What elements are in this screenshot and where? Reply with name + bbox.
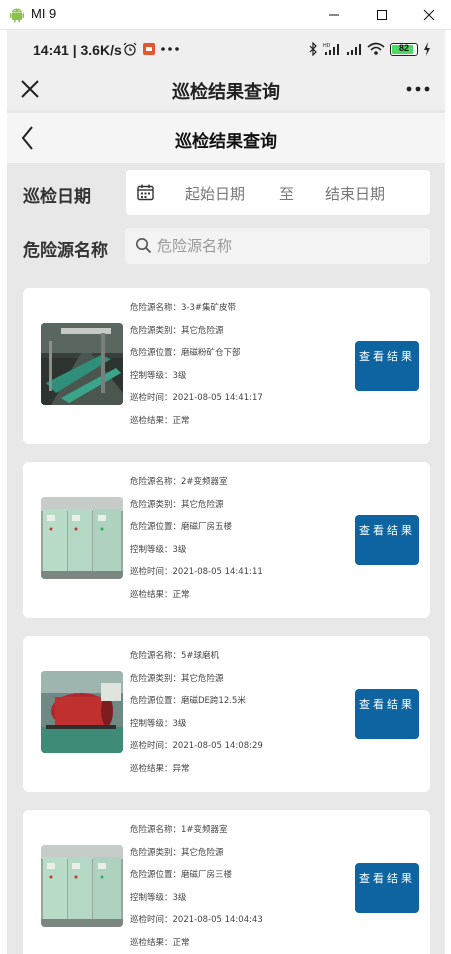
top-bar: 巡检结果查询 [7, 70, 445, 110]
record-category: 危险源类别：其它危险源 [130, 325, 224, 336]
search-box[interactable] [125, 228, 430, 264]
record-category: 危险源类别：其它危险源 [130, 499, 224, 510]
view-result-label: 查看结果 [359, 524, 415, 537]
record-info: 危险源名称：5#球磨机 危险源类别：其它危险源 危险源位置：磨磁DE跨12.5米… [130, 650, 263, 785]
record-location: 危险源位置：磨磁粉矿仓下部 [130, 348, 241, 358]
view-result-button[interactable]: 查看结果 [355, 863, 419, 913]
record-category: 危险源类别：其它危险源 [130, 847, 224, 858]
start-date-field[interactable]: 起始日期 [185, 183, 245, 204]
alarm-clock-icon [123, 42, 137, 56]
record-level: 控制等级：3级 [130, 544, 187, 555]
close-icon[interactable] [418, 4, 440, 26]
record-result: 巡检结果：异常 [130, 763, 190, 774]
record-card[interactable]: 危险源名称：5#球磨机 危险源类别：其它危险源 危险源位置：磨磁DE跨12.5米… [23, 636, 430, 792]
search-icon [136, 238, 152, 254]
view-result-label: 查看结果 [359, 698, 415, 711]
record-time: 巡检时间：2021-08-05 14:08:29 [130, 741, 263, 751]
record-card[interactable]: 危险源名称：1#变频器室 危险源类别：其它危险源 危险源位置：磨磁厂房三楼 控制… [23, 810, 430, 954]
record-result: 巡检结果：正常 [130, 937, 190, 948]
record-level: 控制等级：3级 [130, 718, 187, 729]
date-filter-label: 巡检日期 [23, 187, 91, 207]
record-result: 巡检结果：正常 [130, 589, 190, 600]
minimize-icon[interactable] [323, 4, 345, 26]
calendar-icon [137, 184, 154, 201]
record-location: 危险源位置：磨磁厂房三楼 [130, 870, 233, 880]
battery-level: 82 [398, 42, 409, 53]
app-notification-icon [143, 43, 155, 55]
svg-text:HD: HD [323, 43, 331, 49]
page-title: 巡检结果查询 [175, 132, 277, 152]
inverter-room-photo [41, 497, 123, 579]
conveyor-belt-photo [41, 323, 123, 405]
record-card[interactable]: 危险源名称：3-3#集矿皮带 危险源类别：其它危险源 危险源位置：磨磁粉矿仓下部… [23, 288, 430, 444]
battery-icon: 82 [390, 42, 418, 56]
end-date-field[interactable]: 结束日期 [325, 183, 385, 204]
inverter-room-photo [41, 845, 123, 927]
record-info: 危险源名称：1#变频器室 危险源类别：其它危险源 危险源位置：磨磁厂房三楼 控制… [130, 824, 263, 954]
status-right-icons: HD 82 [308, 39, 431, 59]
android-icon [10, 8, 24, 23]
view-result-button[interactable]: 查看结果 [355, 689, 419, 739]
record-card[interactable]: 危险源名称：2#变频器室 危险源类别：其它危险源 危险源位置：磨磁厂房五楼 控制… [23, 462, 430, 618]
date-separator: 至 [279, 185, 295, 203]
name-filter-label: 危险源名称 [23, 241, 108, 261]
phone-screen: 14:41 | 3.6K/s HD 82 巡检结果查询 巡检结果查询 巡检日期 … [7, 30, 445, 954]
network-speed: | 3.6K/s [72, 42, 122, 58]
record-category: 危险源类别：其它危险源 [130, 673, 224, 684]
record-level: 控制等级：3级 [130, 370, 187, 381]
record-name: 危险源名称：2#变频器室 [130, 477, 228, 487]
view-result-label: 查看结果 [359, 350, 415, 363]
view-result-button[interactable]: 查看结果 [355, 341, 419, 391]
record-result: 巡检结果：正常 [130, 415, 190, 426]
signal-hd-icon: HD [323, 43, 339, 55]
status-time: 14:41 | 3.6K/s [33, 42, 122, 58]
date-range-picker[interactable]: 起始日期 至 结束日期 [126, 170, 430, 215]
status-bar: 14:41 | 3.6K/s HD 82 [7, 30, 445, 70]
signal-icon [347, 44, 361, 55]
more-icon[interactable] [405, 78, 431, 100]
view-result-button[interactable]: 查看结果 [355, 515, 419, 565]
record-level: 控制等级：3级 [130, 892, 187, 903]
record-location: 危险源位置：磨磁厂房五楼 [130, 522, 233, 532]
search-input[interactable] [157, 232, 417, 260]
record-name: 危险源名称：5#球磨机 [130, 651, 220, 661]
record-time: 巡检时间：2021-08-05 14:41:17 [130, 393, 263, 403]
record-name: 危险源名称：1#变频器室 [130, 825, 228, 835]
maximize-icon[interactable] [371, 4, 393, 26]
record-info: 危险源名称：3-3#集矿皮带 危险源类别：其它危险源 危险源位置：磨磁粉矿仓下部… [130, 302, 263, 437]
record-time: 巡检时间：2021-08-05 14:41:11 [130, 567, 263, 577]
nav-bar: 巡检结果查询 [7, 113, 445, 163]
top-bar-title: 巡检结果查询 [172, 82, 280, 103]
window-title-bar: MI 9 [0, 0, 451, 30]
bluetooth-icon [309, 42, 317, 56]
record-info: 危险源名称：2#变频器室 危险源类别：其它危险源 危险源位置：磨磁厂房五楼 控制… [130, 476, 263, 611]
status-left-icons [123, 39, 179, 59]
wifi-icon [367, 42, 385, 55]
record-location: 危险源位置：磨磁DE跨12.5米 [130, 696, 246, 706]
window-title: MI 9 [31, 6, 57, 21]
ball-mill-photo [41, 671, 123, 753]
record-time: 巡检时间：2021-08-05 14:04:43 [130, 915, 263, 925]
view-result-label: 查看结果 [359, 872, 415, 885]
record-name: 危险源名称：3-3#集矿皮带 [130, 303, 237, 313]
charging-icon [424, 42, 430, 56]
more-notifications-icon [161, 47, 179, 51]
